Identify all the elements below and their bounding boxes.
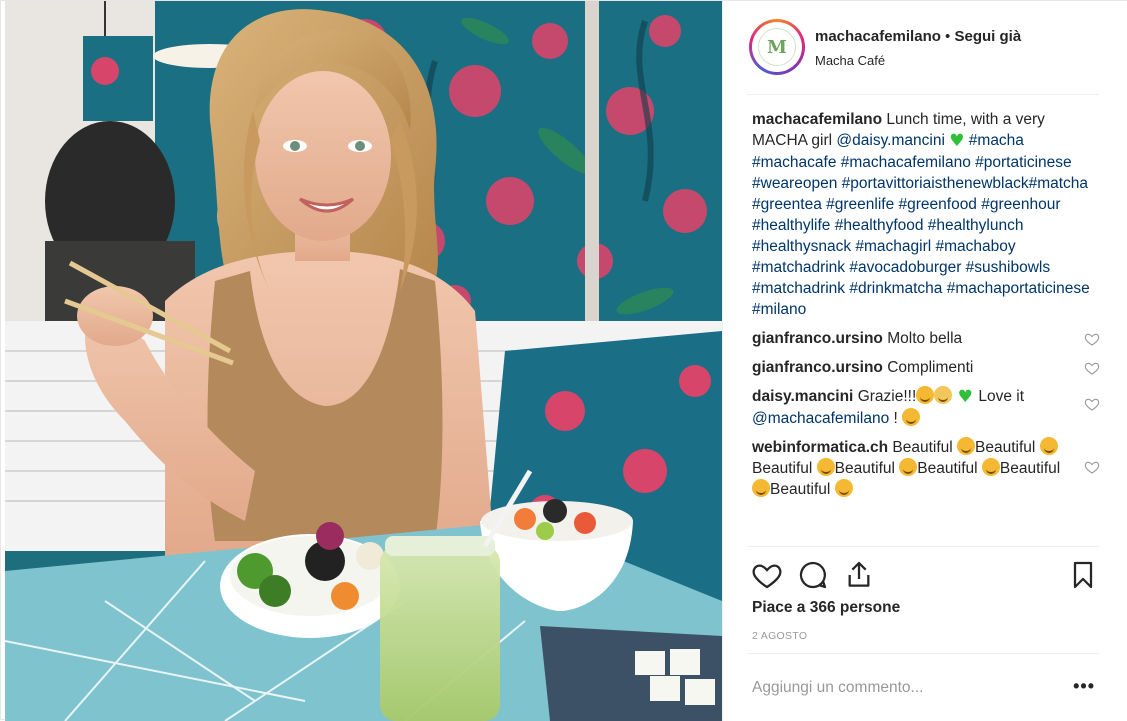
comment-username[interactable]: daisy.mancini <box>752 388 853 405</box>
avatar-inner: M <box>752 22 802 72</box>
comment-word: Beautiful <box>752 460 813 477</box>
post-side-panel: M machacafemilano • Segui già Macha Café… <box>722 1 1127 721</box>
green-heart-emoji: ♥ <box>949 131 965 151</box>
comments-list[interactable]: machacafemilano Lunch time, with a very … <box>752 109 1100 543</box>
post-photo[interactable] <box>5 1 722 721</box>
comment-tail: ! <box>889 410 898 427</box>
comment-word: Beautiful <box>999 460 1061 477</box>
small-heart-icon[interactable] <box>1084 360 1100 376</box>
comment-icon[interactable] <box>797 559 829 591</box>
header-separator: • <box>940 28 955 45</box>
comment-item: daisy.mancini Grazie!!! ♥ Love it @macha… <box>752 386 1100 429</box>
hug-emoji <box>834 479 853 497</box>
more-options-icon[interactable]: ••• <box>1073 676 1095 697</box>
header-username[interactable]: machacafemilano <box>815 28 941 45</box>
small-heart-icon[interactable] <box>1084 459 1100 475</box>
caption-hashtags[interactable]: #macha #machacafe #machacafemilano #port… <box>752 132 1090 318</box>
instagram-post: M machacafemilano • Segui già Macha Café… <box>0 0 1127 721</box>
comment-username[interactable]: gianfranco.ursino <box>752 359 883 376</box>
bookmark-icon[interactable] <box>1067 559 1099 591</box>
logo-icon: M <box>758 28 796 66</box>
hands-emoji <box>934 386 953 404</box>
post-caption: machacafemilano Lunch time, with a very … <box>752 109 1100 320</box>
comment-item: gianfranco.ursino Complimenti <box>752 357 1100 378</box>
comment-text: Grazie!!! <box>857 388 917 405</box>
grin-emoji <box>916 386 935 404</box>
comment-text: Complimenti <box>887 359 974 376</box>
comment-mention[interactable]: @machacafemilano <box>752 410 889 427</box>
location-link[interactable]: Macha Café <box>815 53 885 68</box>
caption-username[interactable]: machacafemilano <box>752 111 882 128</box>
share-icon[interactable] <box>843 559 875 591</box>
post-date[interactable]: 2 AGOSTO <box>752 630 807 642</box>
comment-username[interactable]: gianfranco.ursino <box>752 330 883 347</box>
small-heart-icon[interactable] <box>1084 396 1100 412</box>
avatar-letter: M <box>767 36 787 58</box>
comment-text: Molto bella <box>887 330 963 347</box>
hug-emoji <box>981 458 1000 476</box>
comment-item: webinformatica.ch Beautiful Beautiful Be… <box>752 437 1100 500</box>
comment-text-after: Love it <box>978 388 1024 405</box>
small-heart-icon[interactable] <box>1084 331 1100 347</box>
tongue-emoji <box>902 408 921 426</box>
comment-item: gianfranco.ursino Molto bella <box>752 328 1100 349</box>
hug-emoji <box>957 437 976 455</box>
follow-button[interactable]: Segui già <box>954 28 1021 45</box>
add-comment-bar: Aggiungi un commento... ••• <box>747 653 1099 721</box>
add-comment-input[interactable]: Aggiungi un commento... <box>752 679 923 697</box>
green-heart-emoji: ♥ <box>952 387 979 407</box>
post-header: M machacafemilano • Segui già Macha Café <box>747 17 1099 95</box>
header-user-line: machacafemilano • Segui già <box>815 28 1021 45</box>
caption-mention[interactable]: @daisy.mancini <box>836 132 945 149</box>
comment-word: Beautiful <box>770 481 831 498</box>
action-bar <box>747 546 1099 606</box>
comment-word: Beautiful <box>892 439 953 456</box>
comment-username[interactable]: webinformatica.ch <box>752 439 888 456</box>
avatar[interactable]: M <box>749 19 805 75</box>
hug-emoji <box>899 458 918 476</box>
hug-emoji <box>752 479 770 497</box>
comment-word: Beautiful <box>917 460 978 477</box>
heart-icon[interactable] <box>751 559 783 591</box>
photo-illustration <box>5 1 722 721</box>
likes-count[interactable]: Piace a 366 persone <box>752 599 900 617</box>
hug-emoji <box>816 458 835 476</box>
comment-word: Beautiful <box>975 439 1036 456</box>
comment-word: Beautiful <box>834 460 895 477</box>
hug-emoji <box>1039 437 1058 455</box>
